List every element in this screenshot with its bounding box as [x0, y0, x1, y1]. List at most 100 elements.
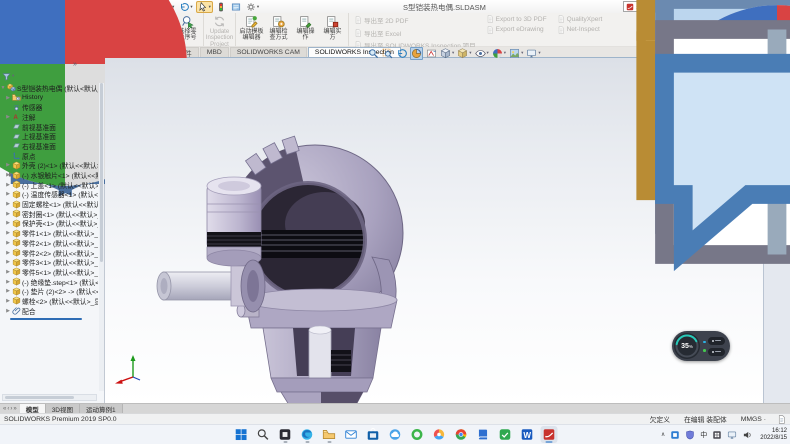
tree-item[interactable]: 上视基准面	[0, 131, 98, 141]
browser-wheel-app[interactable]	[431, 426, 448, 443]
tree-vertical-scrollbar[interactable]	[99, 83, 104, 391]
dropdown-arrow-icon[interactable]: ▾	[538, 50, 540, 56]
expand-arrow-icon[interactable]: ▶	[5, 308, 11, 314]
weather-app[interactable]	[387, 426, 404, 443]
tree-item[interactable]: 传感器	[0, 102, 98, 112]
tree-item[interactable]: ▶(-) 上盖<1> (默认<<默认>_显示状	[0, 180, 98, 190]
tree-item[interactable]: ▶密封圈<1> (默认<<默认>_显示状态	[0, 209, 98, 219]
tree-horizontal-scrollbar[interactable]	[2, 394, 97, 401]
rebuild-button[interactable]	[214, 1, 228, 13]
expand-arrow-icon[interactable]: ▶	[5, 269, 11, 275]
taskpane-forum-icon[interactable]	[770, 150, 784, 163]
dropdown-arrow-icon[interactable]: ▾	[504, 50, 506, 56]
view-settings-icon[interactable]: ▾	[526, 48, 540, 59]
widget-button-bottom[interactable]	[708, 348, 725, 356]
expand-arrow-icon[interactable]: ▶	[5, 250, 11, 256]
tray-volume-icon[interactable]	[742, 430, 752, 440]
tray-shield-icon[interactable]	[685, 430, 695, 440]
tree-item[interactable]: ▶螺栓<2> (默认<<默认>_显示状态	[0, 296, 98, 306]
widget-button-top[interactable]	[708, 337, 725, 345]
mail-app[interactable]	[343, 426, 360, 443]
expand-arrow-icon[interactable]: ▶	[5, 201, 11, 207]
units-selector[interactable]: MMGS ·	[741, 416, 766, 423]
ribbon-button[interactable]: 编辑实 方	[319, 14, 346, 42]
model-tab-模型[interactable]: 模型	[20, 404, 46, 413]
display-style-icon[interactable]: ▾	[457, 48, 471, 59]
start-button[interactable]	[233, 426, 250, 443]
previous-view-icon[interactable]	[396, 48, 407, 59]
expand-arrow-icon[interactable]: ▶	[5, 230, 11, 236]
view-orientation-icon[interactable]: ▾	[440, 48, 454, 59]
filter-funnel-icon[interactable]	[2, 72, 11, 81]
tab-scroll-arrow-icon[interactable]: »	[13, 406, 16, 412]
expand-arrow-icon[interactable]: ▶	[5, 279, 11, 285]
tree-item[interactable]: ▶配合	[0, 306, 98, 316]
tray-expand-icon[interactable]: ∧	[661, 431, 665, 438]
tree-item[interactable]: ▶零件2<2> (默认<<默认>_显示状态	[0, 248, 98, 258]
ime-language-indicator[interactable]: 中	[700, 430, 707, 440]
tree-item[interactable]: ▶零件2<1> (默认<<默认>_显示状态	[0, 238, 98, 248]
tree-item[interactable]: ▶零件3<1> (默认<<默认>_显示状态	[0, 257, 98, 267]
tab-scroll-arrow-icon[interactable]: ›	[10, 406, 12, 412]
tree-item[interactable]: ▶外壳 (2)<1> (默认<<默认>_显示状	[0, 161, 98, 171]
options-button[interactable]: ▾	[244, 1, 261, 13]
tray-display-icon[interactable]	[727, 430, 737, 440]
wps-app[interactable]	[497, 426, 514, 443]
tree-item[interactable]: ▶(-) 温度传感器<1> (默认<<默认>_	[0, 190, 98, 200]
tab-scroll-arrow-icon[interactable]: «	[3, 406, 6, 412]
expand-arrow-icon[interactable]: ▼	[0, 85, 6, 91]
tree-item[interactable]: ▶(-) 绝缘垫.step<1> (默认<<默认>_	[0, 277, 98, 287]
expand-arrow-icon[interactable]: ▶	[5, 220, 11, 226]
dropdown-arrow-icon[interactable]: ▾	[487, 50, 489, 56]
expand-arrow-icon[interactable]: ▶	[5, 182, 11, 188]
expand-arrow-icon[interactable]: ▶	[5, 259, 11, 265]
tree-item[interactable]: ▶零件1<1> (默认<<默认>_显示状态-	[0, 228, 98, 238]
ribbon-tab-SOLIDWORKS CAM[interactable]: SOLIDWORKS CAM	[230, 47, 307, 57]
3d-model-thermocouple-assembly[interactable]	[145, 120, 455, 403]
tree-item[interactable]: 前视基准面	[0, 122, 98, 132]
file-properties-button[interactable]	[229, 1, 243, 13]
taskbar-clock[interactable]: 16:122022/8/15	[760, 428, 787, 442]
tree-item[interactable]: ▶固定螺栓<1> (默认<<默认>_显示状	[0, 199, 98, 209]
tree-item[interactable]: 右视基准面	[0, 141, 98, 151]
model-tab-3D视图[interactable]: 3D视图	[46, 404, 80, 413]
ribbon-button[interactable]: 启动模板 编辑器	[238, 14, 265, 42]
expand-arrow-icon[interactable]: ▶	[5, 240, 11, 246]
tree-item[interactable]: ▼S型铠装热电偶 (默认<默认_显示状态-1	[0, 83, 98, 93]
tray-app-icon[interactable]	[670, 430, 680, 440]
edge-app[interactable]	[299, 426, 316, 443]
expand-arrow-icon[interactable]: ▶	[5, 211, 11, 217]
dynamic-annotation-icon[interactable]	[426, 48, 437, 59]
store-app[interactable]	[365, 426, 382, 443]
word-app[interactable]: W	[519, 426, 536, 443]
dictionary-app[interactable]	[475, 426, 492, 443]
zoom-recorder-widget[interactable]: 35%	[672, 331, 730, 361]
tab-scroll-arrow-icon[interactable]: ‹	[7, 406, 9, 412]
tab-displaymanager[interactable]	[58, 59, 71, 70]
tree-item[interactable]: ▶History	[0, 93, 98, 103]
tree-item[interactable]: ▶保护壳<1> (默认<<默认>_显示状态	[0, 219, 98, 229]
zoom-level-dial[interactable]: 35%	[674, 333, 700, 359]
edit-appearance-icon[interactable]: ▾	[492, 48, 506, 59]
hide-show-icon[interactable]: ▾	[475, 48, 489, 59]
expand-arrow-icon[interactable]: ▶	[5, 95, 11, 101]
zoom-fit-icon[interactable]	[368, 48, 379, 59]
section-view-icon[interactable]	[410, 47, 423, 60]
browser-360-app[interactable]	[409, 426, 426, 443]
ribbon-button[interactable]: 编辑操 作	[292, 14, 319, 42]
search-button[interactable]	[255, 426, 272, 443]
expand-arrow-icon[interactable]: ▶	[5, 162, 11, 168]
dropdown-arrow-icon[interactable]: ▾	[257, 4, 259, 10]
chrome-app[interactable]	[453, 426, 470, 443]
rollback-bar[interactable]	[10, 318, 82, 320]
panel-tabs-overflow-icon[interactable]: »	[73, 61, 77, 68]
status-sheet-icon[interactable]	[777, 415, 786, 424]
apply-scene-icon[interactable]: ▾	[509, 48, 523, 59]
zoom-area-icon[interactable]	[382, 48, 393, 59]
tree-item[interactable]: ▶零件5<1> (默认<<默认>_显示状态	[0, 267, 98, 277]
expand-arrow-icon[interactable]: ▶	[5, 191, 11, 197]
ime-mode-icon[interactable]	[712, 430, 722, 440]
solidworks-app[interactable]	[541, 426, 558, 443]
expand-arrow-icon[interactable]: ▶	[5, 114, 11, 120]
dropdown-arrow-icon[interactable]: ▾	[521, 50, 523, 56]
